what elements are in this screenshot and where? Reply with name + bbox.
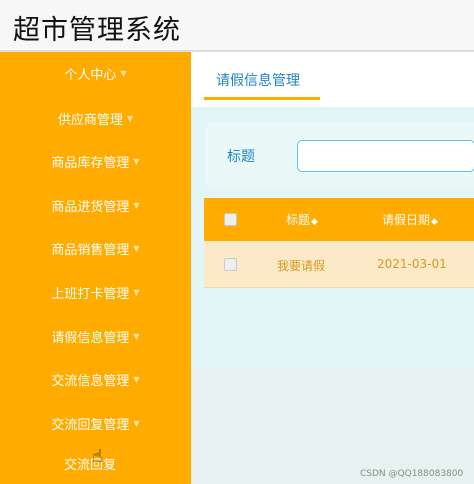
chevron-down-icon: ▼: [133, 243, 140, 253]
sidebar-item-label: 请假信息管理: [51, 330, 130, 346]
sidebar-item-label: 个人中心: [64, 67, 117, 83]
chevron-down-icon: ▼: [133, 418, 140, 428]
sidebar-item-label: 交流回复: [64, 457, 117, 473]
sidebar-item-inventory[interactable]: 商品库存管理 ▼: [0, 146, 191, 176]
sidebar-item-label: 商品进货管理: [51, 199, 130, 215]
sidebar-item-supplier[interactable]: 供应商管理 ▼: [0, 103, 191, 133]
app-title: 超市管理系统: [13, 15, 181, 46]
sidebar-item-personal-center[interactable]: 个人中心 ▼: [0, 58, 191, 88]
row-date: 2021-03-01: [377, 257, 447, 271]
watermark: CSDN @QQ188083800: [360, 469, 464, 479]
table-header: 标题◆ 请假日期◆: [204, 198, 474, 241]
select-all-checkbox[interactable]: [224, 213, 237, 226]
title-search-input[interactable]: [297, 140, 474, 172]
sidebar-item-label: 商品库存管理: [51, 155, 130, 171]
sort-icon: ◆: [431, 217, 438, 227]
column-header-title[interactable]: 标题◆: [286, 211, 318, 228]
chevron-down-icon: ▼: [133, 287, 140, 297]
column-header-label: 标题: [286, 213, 311, 227]
tab-leave-management[interactable]: 请假信息管理: [216, 70, 300, 90]
search-panel: 标题: [205, 122, 474, 189]
column-header-date[interactable]: 请假日期◆: [382, 211, 438, 228]
sidebar-item-purchase[interactable]: 商品进货管理 ▼: [0, 190, 191, 220]
content-empty-area: [191, 368, 474, 484]
row-title: 我要请假: [277, 259, 326, 273]
leave-table: 标题◆ 请假日期◆ 我要请假 2021-03-01: [204, 198, 474, 288]
search-label: 标题: [227, 149, 255, 165]
sidebar-item-attendance[interactable]: 上班打卡管理 ▼: [0, 277, 191, 307]
sidebar-item-reply[interactable]: 交流回复管理 ▼: [0, 408, 191, 438]
sidebar-item-label: 交流回复管理: [51, 417, 130, 433]
app-header: 超市管理系统: [0, 0, 474, 50]
sidebar-item-leave[interactable]: 请假信息管理 ▼: [0, 321, 191, 351]
chevron-down-icon: ▼: [133, 200, 140, 210]
chevron-down-icon: ▼: [133, 374, 140, 384]
chevron-down-icon: ▼: [133, 156, 140, 166]
column-header-label: 请假日期: [382, 213, 431, 227]
sidebar-item-label: 供应商管理: [57, 112, 123, 128]
main-content: 请假信息管理 标题 标题◆ 请假日期◆ 我要请假 2021-03-01: [191, 52, 474, 484]
sidebar-item-label: 上班打卡管理: [51, 286, 130, 302]
sidebar: 个人中心 ▼ 供应商管理 ▼ 商品库存管理 ▼ 商品进货管理 ▼ 商品销售管理 …: [0, 52, 191, 484]
sort-icon: ◆: [311, 217, 318, 227]
tab-bar: 请假信息管理: [191, 52, 474, 107]
hand-pointer-icon: ☝: [92, 446, 103, 467]
chevron-down-icon: ▼: [126, 113, 134, 123]
row-checkbox[interactable]: [224, 258, 237, 271]
chevron-down-icon: ▼: [120, 68, 127, 78]
table-row[interactable]: 我要请假 2021-03-01: [204, 241, 474, 288]
sidebar-item-communication[interactable]: 交流信息管理 ▼: [0, 364, 191, 394]
active-tab-indicator: [204, 97, 320, 100]
sidebar-item-label: 交流信息管理: [51, 373, 130, 389]
sidebar-item-label: 商品销售管理: [51, 242, 130, 258]
chevron-down-icon: ▼: [133, 331, 140, 341]
sidebar-item-sales[interactable]: 商品销售管理 ▼: [0, 233, 191, 263]
